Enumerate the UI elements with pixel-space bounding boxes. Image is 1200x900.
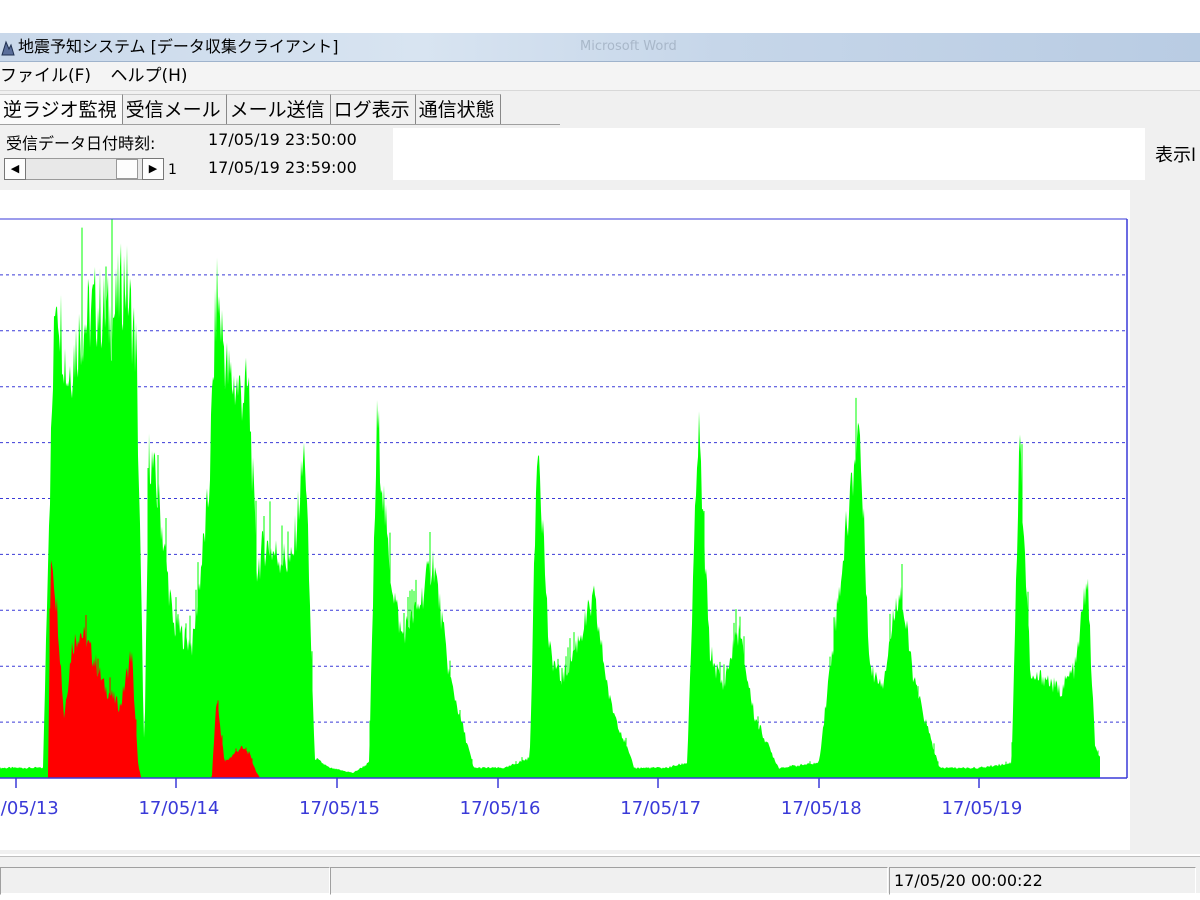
- x-tick-label: 17/05/14: [138, 798, 219, 819]
- menu-file[interactable]: ファイル(F): [0, 66, 91, 86]
- green-series-area: [0, 243, 1100, 779]
- tab-communication-status[interactable]: 通信状態: [415, 94, 501, 124]
- x-tick-label: 17/05/18: [781, 798, 862, 819]
- scroll-left-arrow-icon[interactable]: ◀: [4, 158, 26, 180]
- x-tick-label: 17/05/16: [460, 798, 541, 819]
- x-tick-label: 17/05/19: [941, 798, 1022, 819]
- status-panel-2: [330, 867, 888, 895]
- x-tick-label: 17/05/17: [620, 798, 701, 819]
- scroll-right-arrow-icon[interactable]: ▶: [142, 158, 164, 180]
- scrollbar-track[interactable]: [4, 158, 164, 180]
- tab-send-mail[interactable]: メール送信: [226, 94, 331, 124]
- menu-help[interactable]: ヘルプ(H): [110, 66, 187, 86]
- received-time-label: 受信データ日付時刻:: [6, 134, 156, 153]
- tab-log-display[interactable]: ログ表示: [330, 94, 416, 124]
- seismograph-app-icon: [1, 40, 15, 55]
- status-panel-1: [0, 867, 330, 895]
- second-time-value: 17/05/19 23:59:00: [208, 158, 357, 177]
- tab-received-mail[interactable]: 受信メール: [122, 94, 227, 124]
- menu-bar: ファイル(F) ヘルプ(H): [0, 62, 1200, 91]
- window-title-bar[interactable]: 地震予知システム [データ収集クライアント] Microsoft Word: [0, 33, 1200, 62]
- message-area: [393, 128, 1145, 180]
- chart-svg: 17/05/13 17/05/14 17/05/15 17/05/16 17/05/17…: [0, 218, 1128, 819]
- x-tick-label: 17/05/15: [299, 798, 380, 819]
- background-window-title: Microsoft Word: [580, 39, 677, 54]
- x-tick-label: 17/05/13: [0, 798, 59, 819]
- tab-strip: 逆ラジオ監視 受信メール メール送信 ログ表示 通信状態: [0, 94, 560, 125]
- received-time-value: 17/05/19 23:50:00: [208, 130, 357, 149]
- scrollbar-thumb[interactable]: [116, 159, 138, 179]
- x-axis-ticks: 17/05/13 17/05/14 17/05/15 17/05/16 17/05/17…: [0, 778, 1022, 819]
- display-label: 表示l: [1155, 145, 1197, 166]
- status-time: 17/05/20 00:00:22: [894, 871, 1043, 890]
- tab-reverse-radio-monitor[interactable]: 逆ラジオ監視: [0, 94, 123, 124]
- scroll-position-value: 1: [168, 162, 177, 178]
- reverse-radio-chart: 17/05/13 17/05/14 17/05/15 17/05/16 17/05/17…: [0, 190, 1130, 850]
- time-scrollbar[interactable]: ◀ ▶: [4, 158, 164, 180]
- status-bar: 17/05/20 00:00:22: [0, 856, 1200, 895]
- window-title: 地震予知システム [データ収集クライアント]: [18, 37, 339, 56]
